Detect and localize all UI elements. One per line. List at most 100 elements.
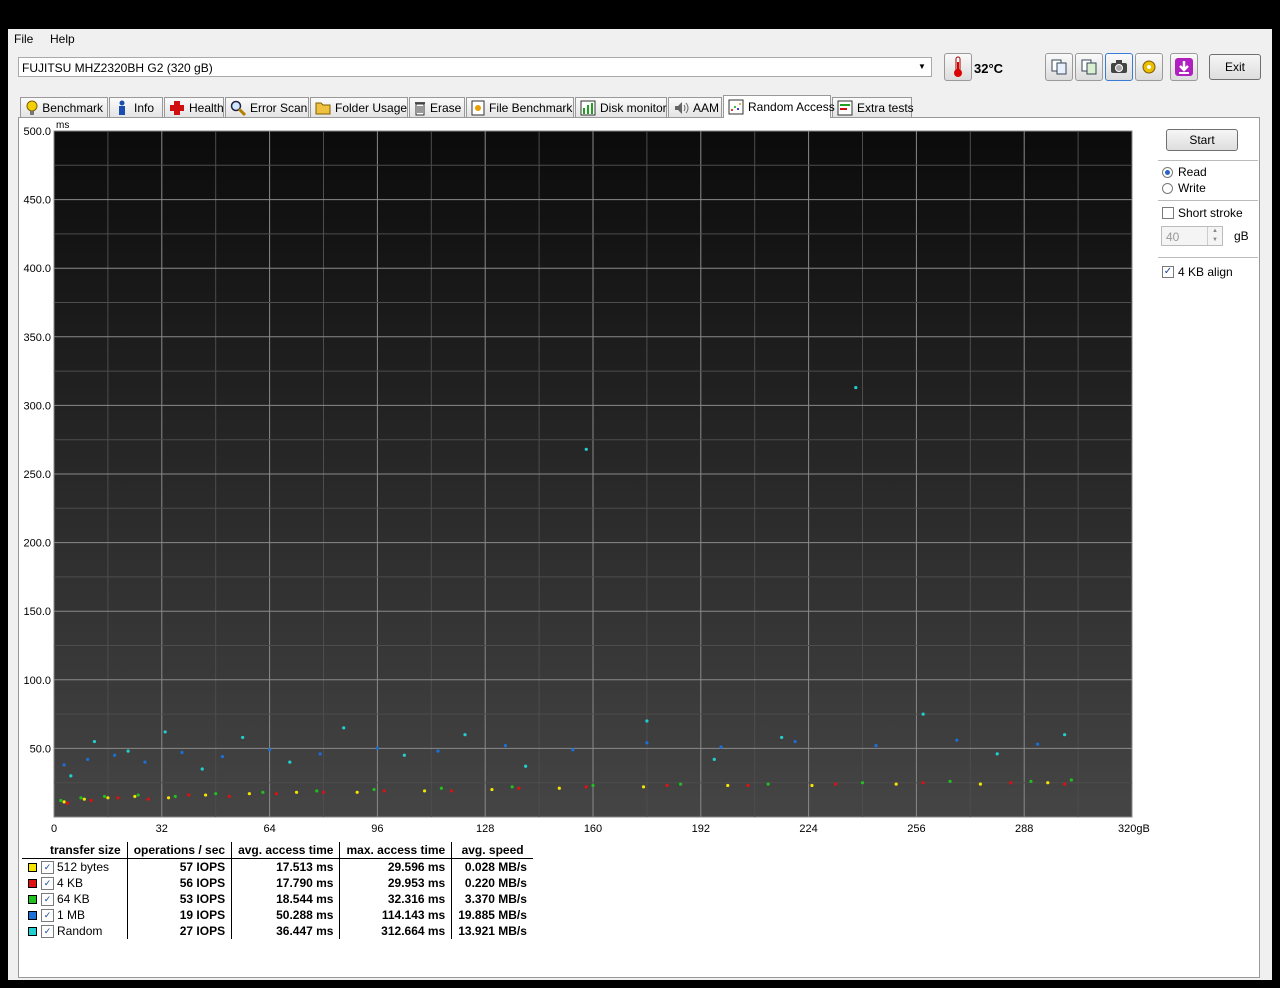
results-row: ✓ 64 KB 53 IOPS 18.544 ms 32.316 ms 3.370 MB/… xyxy=(22,891,533,907)
max-access-cell: 29.596 ms xyxy=(339,858,452,875)
tab-folder-usage[interactable]: Folder Usage xyxy=(310,97,408,117)
bulb-icon xyxy=(25,100,38,116)
camera-button[interactable] xyxy=(1105,53,1133,81)
monitor-chart-icon xyxy=(580,100,596,116)
short-stroke-label: Short stroke xyxy=(1178,206,1243,220)
series-checkbox[interactable]: ✓ xyxy=(41,861,54,875)
header-avg: avg. access time xyxy=(231,842,340,859)
download-button[interactable] xyxy=(1170,53,1198,81)
health-cross-icon xyxy=(169,100,185,116)
series-color-swatch xyxy=(28,895,37,905)
header-max: max. access time xyxy=(339,842,452,859)
results-row: ✓ 1 MB 19 IOPS 50.288 ms 114.143 ms 19.885 MB… xyxy=(22,907,533,923)
info-icon xyxy=(114,100,130,116)
tab-label: Benchmark xyxy=(42,100,103,115)
results-table: transfer size operations / sec avg. acce… xyxy=(22,842,533,939)
file-benchmark-icon xyxy=(471,100,485,116)
avg-access-cell: 36.447 ms xyxy=(231,923,340,939)
transfer-size-label: 64 KB xyxy=(57,891,90,906)
max-access-cell: 32.316 ms xyxy=(339,891,452,907)
avg-access-cell: 18.544 ms xyxy=(231,891,340,907)
ops-cell: 56 IOPS xyxy=(126,875,232,891)
tab-aam[interactable]: AAM xyxy=(668,97,722,117)
read-label: Read xyxy=(1178,165,1207,179)
series-color-swatch xyxy=(28,927,37,937)
divider xyxy=(1158,160,1258,161)
drive-select-value: FUJITSU MHZ2320BH G2 (320 gB) xyxy=(22,61,213,75)
series-checkbox[interactable]: ✓ xyxy=(41,893,54,907)
menu-file[interactable]: File xyxy=(14,32,33,46)
tab-info[interactable]: Info xyxy=(109,97,163,117)
avg-speed-cell: 19.885 MB/s xyxy=(451,907,533,923)
avg-access-cell: 17.513 ms xyxy=(231,858,340,875)
tab-health[interactable]: Health xyxy=(164,97,224,117)
chevron-down-icon[interactable]: ▼ xyxy=(915,59,929,75)
menu-help[interactable]: Help xyxy=(50,32,75,46)
extra-tests-icon xyxy=(837,100,853,116)
series-checkbox[interactable]: ✓ xyxy=(41,909,54,923)
transfer-size-cell: ✓ Random xyxy=(22,923,127,939)
max-access-cell: 114.143 ms xyxy=(339,907,452,923)
drive-select[interactable]: FUJITSU MHZ2320BH G2 (320 gB) ▼ xyxy=(18,57,932,77)
max-access-cell: 29.953 ms xyxy=(339,875,452,891)
avg-speed-cell: 3.370 MB/s xyxy=(451,891,533,907)
transfer-size-label: 1 MB xyxy=(57,907,86,922)
copy-text-button[interactable] xyxy=(1045,53,1073,81)
folder-icon xyxy=(315,100,331,116)
align-4kb-label: 4 KB align xyxy=(1178,265,1233,279)
avg-speed-cell: 13.921 MB/s xyxy=(451,923,533,939)
tab-disk-monitor[interactable]: Disk monitor xyxy=(575,97,667,117)
avg-access-cell: 50.288 ms xyxy=(231,907,340,923)
exit-button[interactable]: Exit xyxy=(1209,54,1261,80)
app-window: File Help FUJITSU MHZ2320BH G2 (320 gB) … xyxy=(8,29,1272,980)
series-checkbox[interactable]: ✓ xyxy=(41,877,54,891)
align-4kb-checkbox[interactable]: ✓ xyxy=(1162,266,1174,278)
ops-cell: 53 IOPS xyxy=(126,891,232,907)
tab-label: Erase xyxy=(430,100,462,115)
transfer-size-cell: ✓ 64 KB xyxy=(22,891,127,907)
results-row: ✓ Random 27 IOPS 36.447 ms 312.664 ms 13.921 … xyxy=(22,923,533,939)
avg-speed-cell: 0.220 MB/s xyxy=(451,875,533,891)
stroke-size-value: 40 xyxy=(1166,230,1180,244)
stroke-size-spinner[interactable]: 40 ▲ ▼ xyxy=(1161,226,1223,246)
read-radio[interactable] xyxy=(1162,167,1173,178)
spinner-arrows-icon[interactable]: ▲ ▼ xyxy=(1207,227,1222,245)
start-button[interactable]: Start xyxy=(1166,129,1238,151)
short-stroke-checkbox[interactable] xyxy=(1162,207,1174,219)
transfer-size-cell: ✓ 1 MB xyxy=(22,907,127,923)
scatter-icon xyxy=(728,99,744,115)
write-radio[interactable] xyxy=(1162,183,1173,194)
tab-label: Folder Usage xyxy=(335,100,408,115)
tab-erase[interactable]: Erase xyxy=(409,97,465,117)
stroke-unit-label: gB xyxy=(1234,229,1249,243)
transfer-size-label: Random xyxy=(57,923,103,938)
tab-file-benchmark[interactable]: File Benchmark xyxy=(466,97,574,117)
tab-extra-tests[interactable]: Extra tests xyxy=(832,97,914,117)
divider xyxy=(1158,257,1258,258)
series-color-swatch xyxy=(28,879,37,889)
tab-label: AAM xyxy=(693,100,720,115)
options-button[interactable] xyxy=(1135,53,1163,81)
results-row: ✓ 4 KB 56 IOPS 17.790 ms 29.953 ms 0.220 MB/s xyxy=(22,875,533,891)
results-row: ✓ 512 bytes 57 IOPS 17.513 ms 29.596 ms 0.028… xyxy=(22,858,533,875)
copy-image-button[interactable] xyxy=(1075,53,1103,81)
avg-speed-cell: 0.028 MB/s xyxy=(451,858,533,875)
max-access-cell: 312.664 ms xyxy=(339,923,452,939)
thermometer-icon xyxy=(944,53,972,81)
ops-cell: 19 IOPS xyxy=(126,907,232,923)
magnifier-icon xyxy=(230,100,246,116)
divider xyxy=(1158,200,1258,201)
header-transfer-size: transfer size xyxy=(22,842,128,859)
tab-random-access[interactable]: Random Access xyxy=(723,95,835,118)
series-checkbox[interactable]: ✓ xyxy=(41,925,54,939)
transfer-size-cell: ✓ 4 KB xyxy=(22,875,127,891)
tab-error-scan[interactable]: Error Scan xyxy=(225,97,309,117)
header-speed: avg. speed xyxy=(451,842,533,859)
tab-label: File Benchmark xyxy=(489,100,573,115)
avg-access-cell: 17.790 ms xyxy=(231,875,340,891)
ops-cell: 27 IOPS xyxy=(126,923,232,939)
transfer-size-label: 4 KB xyxy=(57,875,84,890)
tab-benchmark[interactable]: Benchmark xyxy=(20,97,108,117)
temperature-readout: 32°C xyxy=(974,61,1004,76)
tab-label: Random Access xyxy=(748,100,835,114)
